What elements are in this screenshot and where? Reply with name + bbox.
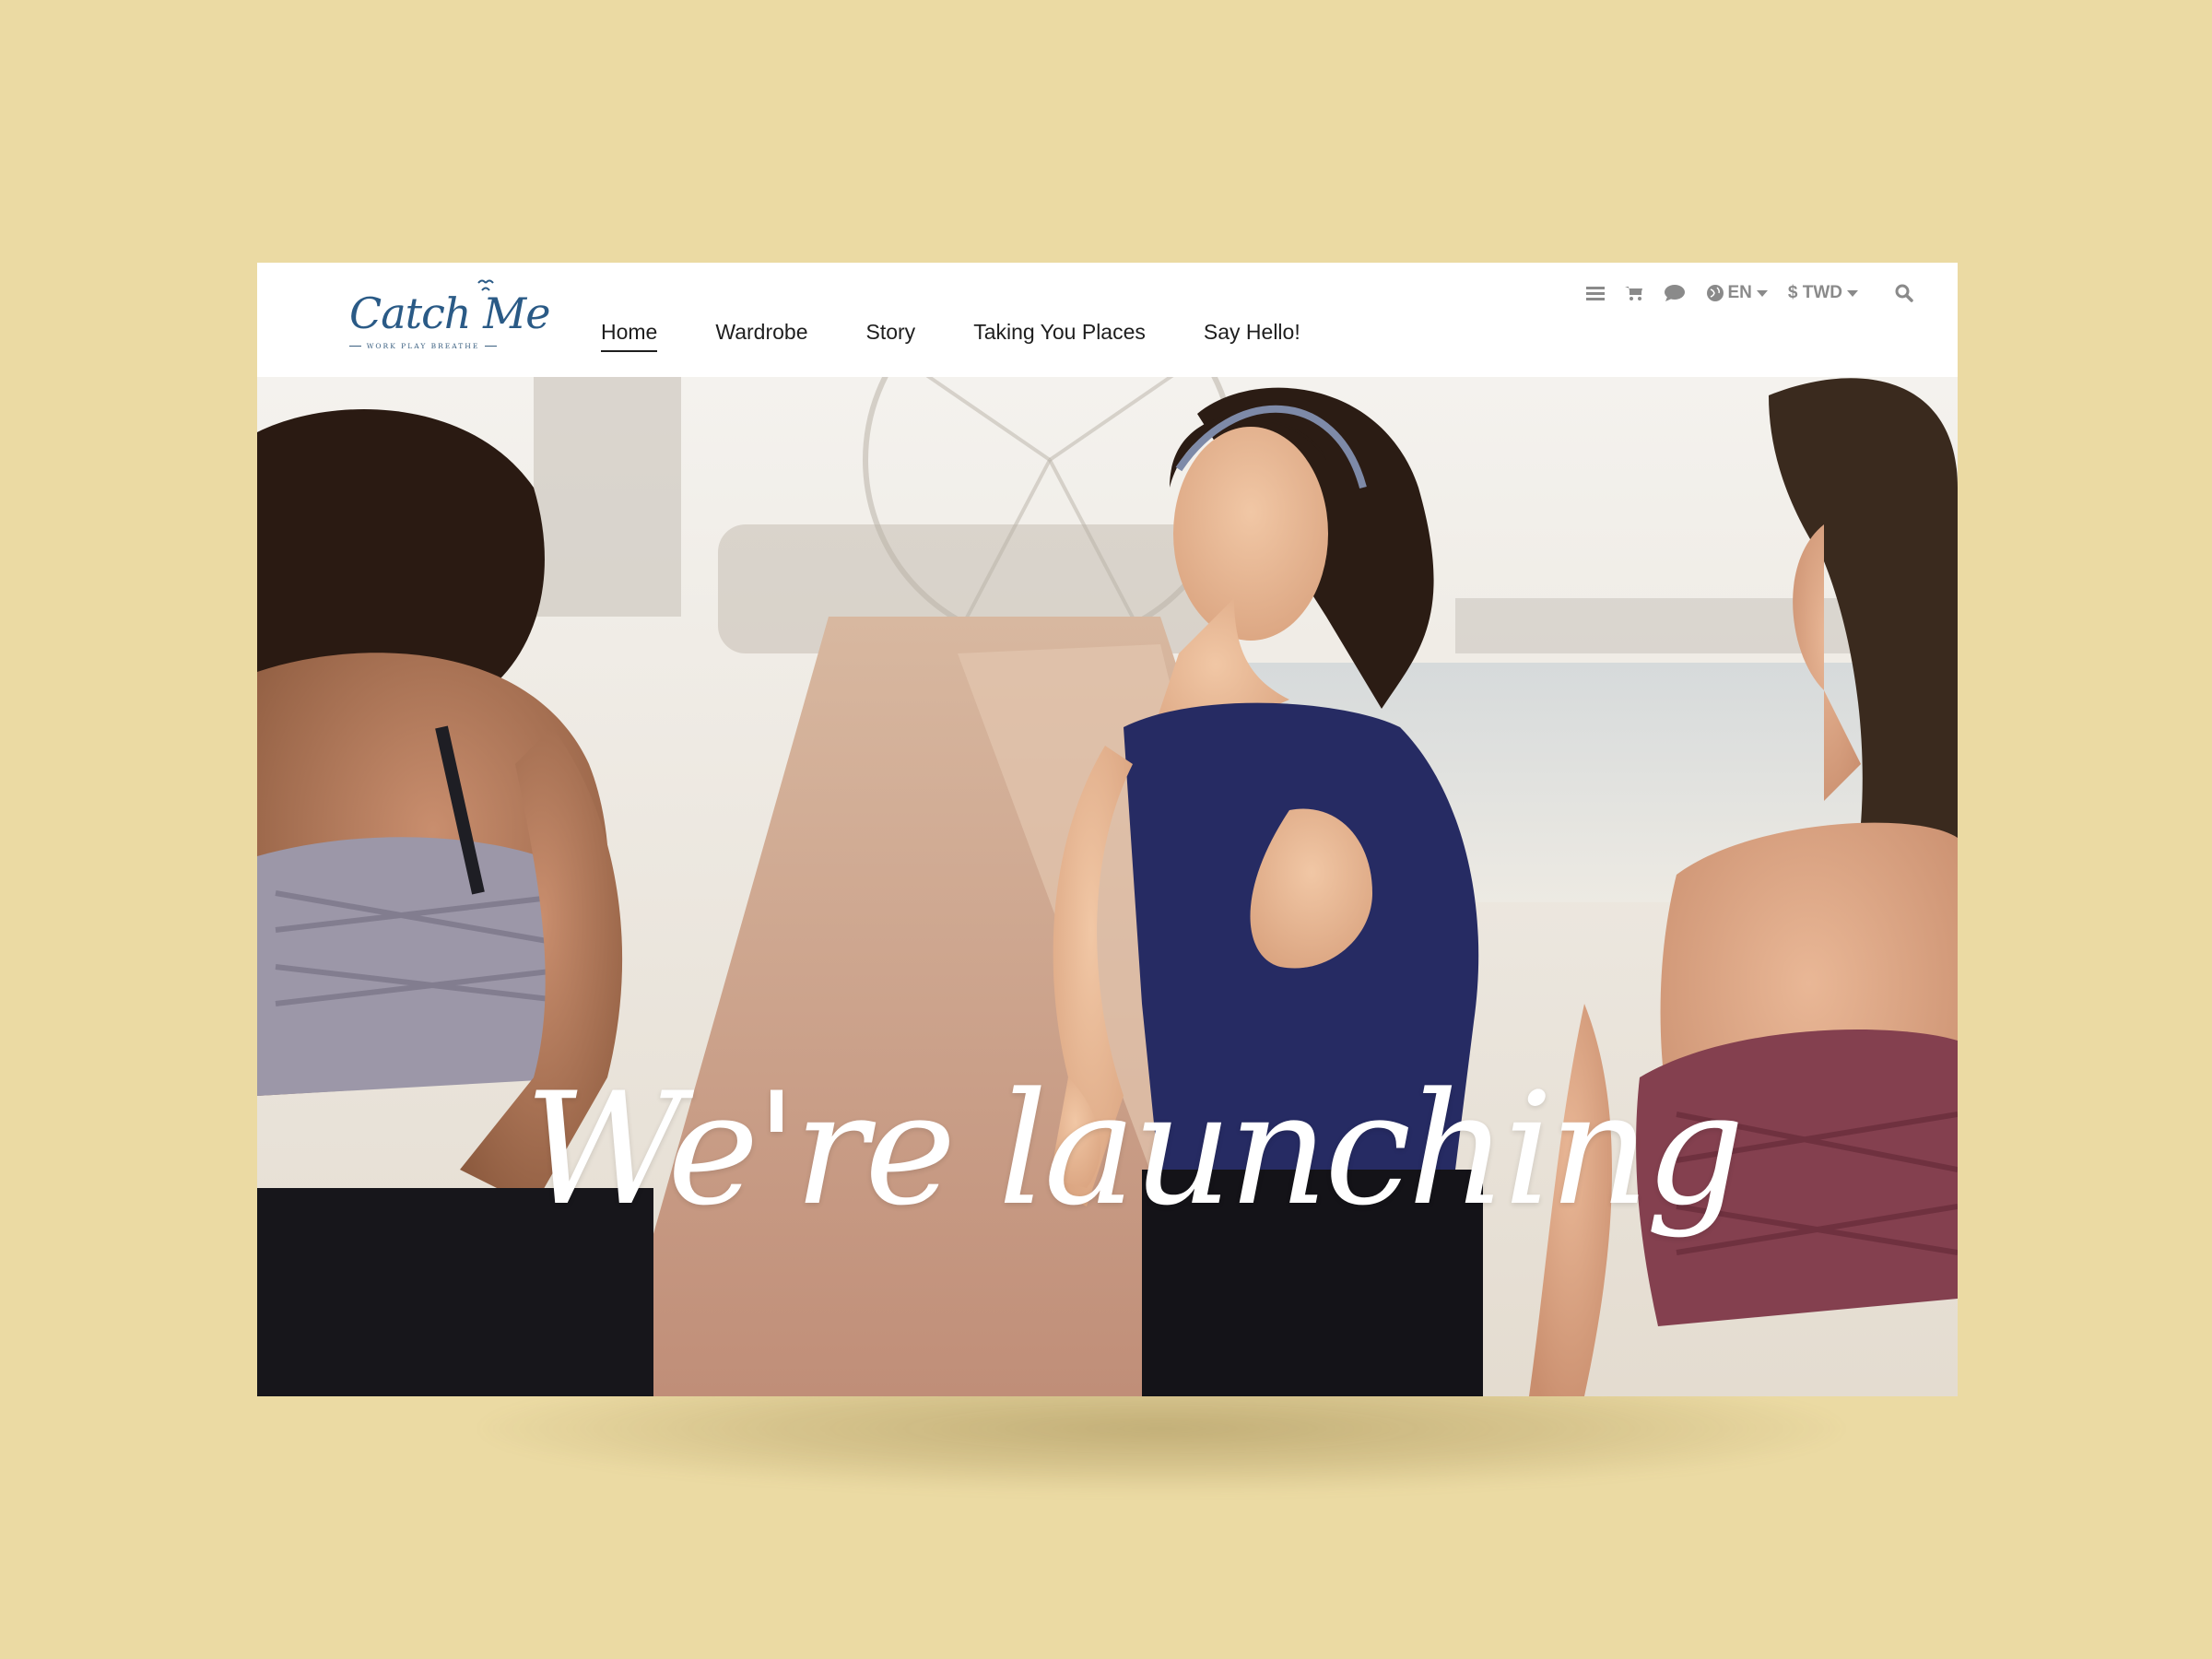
chat-button[interactable] [1664,284,1686,302]
nav-item-story[interactable]: Story [866,320,916,352]
currency-label: $ TWD [1787,283,1842,302]
site-header: Catch Me WORK PLAY BREATHE Home Wardrobe… [257,263,1958,377]
chevron-down-icon [1756,289,1768,297]
brand-tagline-row: WORK PLAY BREATHE [349,342,497,350]
globe-icon [1707,285,1724,301]
utility-bar: EN $ TWD [1586,283,1913,303]
chat-bubble-icon [1665,285,1686,301]
menu-button[interactable] [1586,285,1606,301]
brand-logo[interactable]: Catch Me WORK PLAY BREATHE [349,276,550,368]
hero-banner[interactable]: We're launching [257,377,1958,1396]
search-button[interactable] [1895,284,1913,302]
language-selector[interactable]: EN [1706,283,1768,303]
presentation-canvas: Catch Me WORK PLAY BREATHE Home Wardrobe… [0,0,2212,1659]
brand-tagline: WORK PLAY BREATHE [366,342,480,350]
cart-button[interactable] [1625,285,1643,301]
currency-selector[interactable]: $ TWD [1788,283,1858,303]
main-nav: Home Wardrobe Story Taking You Places Sa… [601,320,1359,352]
website-screen: Catch Me WORK PLAY BREATHE Home Wardrobe… [257,263,1958,1396]
birds-icon [477,279,494,291]
hero-photo-runners [257,377,1958,1396]
nav-item-taking-you-places[interactable]: Taking You Places [973,320,1146,352]
nav-item-wardrobe[interactable]: Wardrobe [715,320,807,352]
chevron-down-icon [1847,289,1858,297]
brand-name: Catch Me [349,288,550,338]
nav-item-home[interactable]: Home [601,320,658,352]
hero-headline: We're launching [524,1059,1745,1240]
cart-icon [1625,287,1643,300]
tagline-rule-left [349,346,361,347]
tagline-rule-right [485,346,497,347]
nav-item-say-hello[interactable]: Say Hello! [1204,320,1300,352]
search-icon [1895,284,1913,302]
language-label: EN [1727,283,1752,302]
list-icon [1586,287,1606,300]
